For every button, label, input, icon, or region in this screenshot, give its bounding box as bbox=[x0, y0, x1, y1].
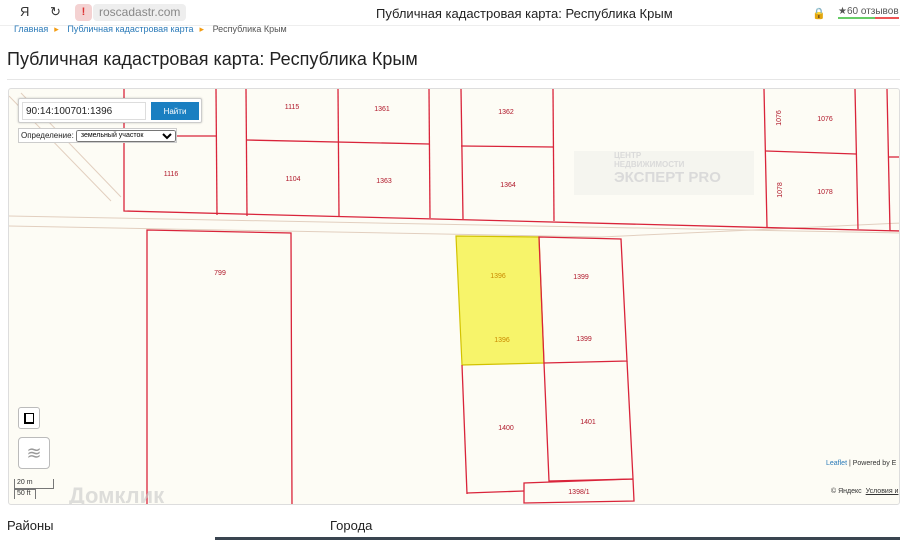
yandex-icon[interactable]: Я bbox=[20, 4, 29, 19]
page-title: Публичная кадастровая карта: Республика … bbox=[7, 49, 418, 69]
svg-text:1399: 1399 bbox=[576, 336, 592, 343]
browser-bar: Я ↻ ! roscadastr.com Публичная кадастров… bbox=[0, 0, 900, 26]
scale-bar: 20 m 50 ft bbox=[14, 479, 54, 499]
districts-heading: Районы bbox=[7, 518, 54, 533]
find-button[interactable]: Найти bbox=[151, 102, 199, 120]
address-bar[interactable]: roscadastr.com bbox=[93, 4, 187, 21]
reviews-badge[interactable]: ★60 отзывов bbox=[838, 6, 899, 19]
yandex-attribution: © Яндекс Условия и bbox=[831, 488, 899, 495]
breadcrumb-current: Республика Крым bbox=[212, 24, 287, 34]
fullscreen-button[interactable] bbox=[18, 407, 40, 429]
svg-text:1104: 1104 bbox=[285, 176, 300, 183]
lock-icon[interactable]: 🔒 bbox=[812, 7, 826, 20]
breadcrumb-home[interactable]: Главная bbox=[14, 24, 48, 34]
svg-text:1396: 1396 bbox=[494, 337, 510, 344]
svg-text:1400: 1400 bbox=[498, 425, 514, 432]
svg-text:1076: 1076 bbox=[817, 116, 833, 123]
svg-text:1116: 1116 bbox=[164, 171, 179, 178]
svg-text:1076: 1076 bbox=[776, 110, 783, 126]
layers-button[interactable]: ≋ bbox=[18, 437, 50, 469]
svg-text:799: 799 bbox=[214, 270, 226, 277]
attribution: Leaflet | Powered by E bbox=[826, 460, 897, 467]
svg-text:1401: 1401 bbox=[580, 419, 596, 426]
svg-text:1396: 1396 bbox=[490, 273, 506, 280]
svg-text:1361: 1361 bbox=[374, 106, 390, 113]
definition-label: Определение: bbox=[21, 131, 74, 140]
svg-text:1399: 1399 bbox=[573, 274, 589, 281]
layers-icon: ≋ bbox=[26, 443, 42, 463]
cadastral-number-input[interactable] bbox=[22, 102, 146, 120]
fullscreen-icon bbox=[24, 413, 34, 424]
window-title: Публичная кадастровая карта: Республика … bbox=[376, 6, 673, 21]
domclick-watermark: Домклик bbox=[69, 483, 165, 505]
parcel-1396-highlight[interactable] bbox=[455, 235, 545, 366]
definition-row: Определение: земельный участок bbox=[18, 128, 177, 143]
definition-select[interactable]: земельный участок bbox=[75, 129, 176, 142]
leaflet-link[interactable]: Leaflet bbox=[826, 460, 847, 467]
map-canvas[interactable]: 1115 1361 1362 1076 1076 1116 1104 1363 … bbox=[9, 89, 900, 505]
cadastral-map[interactable]: 1115 1361 1362 1076 1076 1116 1104 1363 … bbox=[8, 88, 900, 505]
svg-text:1115: 1115 bbox=[285, 104, 300, 111]
svg-text:1398/1: 1398/1 bbox=[568, 489, 590, 496]
svg-text:1363: 1363 bbox=[376, 178, 392, 185]
watermark-logo: ЦЕНТР НЕДВИЖИМОСТИ ЭКСПЕРТ PRO bbox=[574, 151, 754, 195]
breadcrumb: Главная ▸ Публичная кадастровая карта ▸ Ре… bbox=[14, 24, 287, 34]
breadcrumb-map[interactable]: Публичная кадастровая карта bbox=[67, 24, 193, 34]
warning-icon[interactable]: ! bbox=[75, 4, 92, 21]
cities-heading: Города bbox=[330, 518, 373, 533]
svg-text:1078: 1078 bbox=[817, 189, 833, 196]
svg-text:1078: 1078 bbox=[777, 182, 784, 198]
reload-icon[interactable]: ↻ bbox=[50, 4, 61, 20]
search-panel: Найти bbox=[18, 98, 202, 123]
terms-link[interactable]: Условия и bbox=[866, 488, 899, 495]
svg-text:1362: 1362 bbox=[498, 109, 514, 116]
divider bbox=[7, 79, 900, 80]
svg-text:1364: 1364 bbox=[500, 182, 516, 189]
